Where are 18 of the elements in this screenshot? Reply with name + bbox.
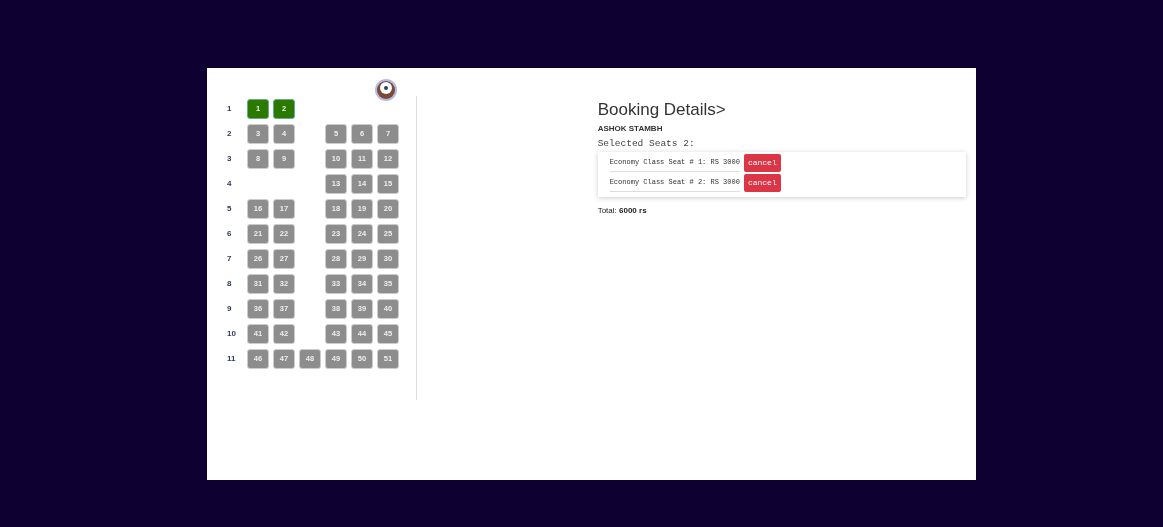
cancel-button[interactable]: cancel (743, 153, 781, 172)
row-number: 9 (226, 302, 233, 315)
row-number: 2 (226, 127, 233, 140)
row-number: 6 (226, 227, 233, 240)
cancel-button[interactable]: cancel (743, 173, 781, 192)
row-number: 3 (226, 152, 233, 165)
steering-wheel-icon (373, 78, 398, 102)
row-number: 8 (226, 277, 233, 290)
passenger-name: ASHOK STAMBH (597, 123, 664, 136)
booking-title: Booking Details> (597, 100, 727, 121)
selected-seats-label: Selected Seats 2: (597, 137, 696, 152)
row-number: 11 (226, 352, 237, 365)
total-amount: Total: 6000 rs (597, 204, 648, 217)
row-number: 7 (226, 252, 233, 265)
row-number: 4 (226, 177, 233, 190)
row-number: 10 (226, 327, 237, 340)
row-number: 5 (226, 202, 233, 215)
row-number: 1 (226, 102, 233, 115)
